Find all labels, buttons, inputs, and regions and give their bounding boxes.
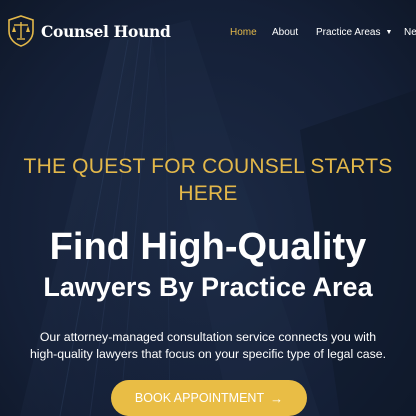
nav-item-about[interactable]: About (272, 27, 298, 38)
nav-item-label: Practice Areas (316, 27, 381, 38)
hero-tagline: THE QUEST FOR COUNSEL STARTS HERE (0, 153, 416, 207)
nav-item-next[interactable]: Ne (404, 27, 416, 38)
site-header: Counsel Hound Home About Practice Areas … (0, 0, 416, 64)
brand-logo[interactable]: Counsel Hound (7, 15, 171, 47)
hero-headline: Find High-Quality Lawyers By Practice Ar… (0, 224, 416, 304)
scales-shield-icon (8, 15, 34, 47)
hero-description: Our attorney-managed consultation servic… (0, 329, 416, 363)
hero-section: Counsel Hound Home About Practice Areas … (0, 0, 416, 416)
chevron-down-icon: ▼ (385, 29, 393, 36)
nav-item-practice-areas[interactable]: Practice Areas ▼ (316, 27, 392, 38)
description-line-2: high-quality lawyers that focus on your … (29, 347, 387, 361)
cta-label: BOOK APPOINTMENT (134, 391, 265, 405)
headline-line-2: Lawyers By Practice Area (43, 272, 373, 302)
headline-line-1: Find High-Quality (49, 226, 367, 268)
arrow-right-icon: → (270, 390, 284, 406)
tagline-line-2: HERE (178, 182, 238, 205)
tagline-line-1: THE QUEST FOR COUNSEL STARTS (23, 155, 393, 178)
book-appointment-button[interactable]: BOOK APPOINTMENT → (111, 380, 307, 416)
nav-item-home[interactable]: Home (230, 27, 257, 38)
description-line-1: Our attorney-managed consultation servic… (39, 330, 377, 344)
brand-name: Counsel Hound (41, 21, 171, 41)
